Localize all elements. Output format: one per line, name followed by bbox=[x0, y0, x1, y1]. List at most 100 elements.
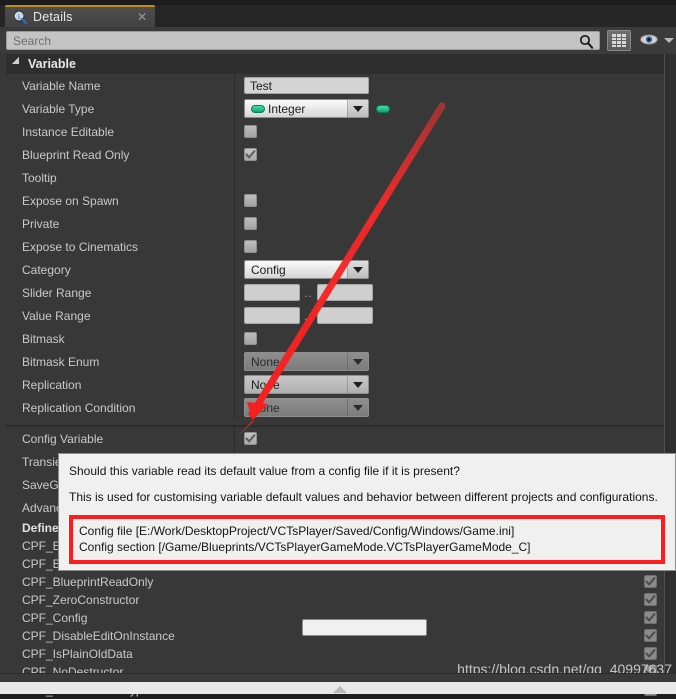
footer-dark-strip bbox=[0, 674, 676, 682]
checkbox[interactable] bbox=[244, 332, 257, 345]
column-splitter bbox=[234, 97, 235, 120]
chevron-down-icon bbox=[353, 381, 363, 388]
dropdown-arrow-box bbox=[347, 376, 368, 393]
property-control: Config bbox=[244, 258, 369, 281]
dropdown-arrow-box bbox=[347, 261, 368, 278]
scroll-up-triangle-icon[interactable] bbox=[333, 686, 347, 693]
tab-label: Details bbox=[33, 10, 73, 24]
property-control: .. bbox=[244, 304, 373, 327]
column-splitter bbox=[234, 212, 235, 235]
visibility-options-button[interactable] bbox=[639, 33, 674, 49]
flag-label: CPF_BlueprintReadOnly bbox=[22, 575, 154, 589]
search-input[interactable]: Search bbox=[6, 31, 600, 50]
flag-label: CPF_IsPlainOldData bbox=[22, 647, 133, 661]
checkbox[interactable] bbox=[244, 240, 257, 253]
tooltip-line-1: Should this variable read its default va… bbox=[69, 464, 460, 478]
column-splitter bbox=[234, 166, 235, 189]
flag-checkbox-wrap bbox=[644, 593, 657, 606]
property-control bbox=[244, 143, 257, 166]
column-splitter bbox=[234, 281, 235, 304]
grid-view-button[interactable] bbox=[607, 30, 631, 51]
dropdown[interactable]: None bbox=[244, 375, 369, 394]
property-control bbox=[244, 327, 257, 350]
tab-details[interactable]: i Details ✕ bbox=[5, 5, 155, 27]
property-control bbox=[244, 120, 257, 143]
variable-type-dropdown[interactable]: Integer bbox=[244, 99, 369, 118]
dropdown-value: None bbox=[251, 377, 280, 392]
property-control bbox=[244, 212, 257, 235]
checkbox[interactable] bbox=[244, 217, 257, 230]
property-label: Replication Condition bbox=[22, 400, 136, 415]
property-label: Variable Type bbox=[22, 101, 95, 116]
svg-text:i: i bbox=[18, 13, 20, 21]
tooltip-config-section: Config section [/Game/Blueprints/VCTsPla… bbox=[79, 539, 531, 554]
property-row: Category Config bbox=[6, 258, 664, 281]
property-row: Blueprint Read Only bbox=[6, 143, 664, 166]
column-splitter bbox=[234, 327, 235, 350]
section-header-variable[interactable]: Variable bbox=[6, 54, 664, 74]
property-control: Integer bbox=[244, 97, 390, 120]
details-info-icon: i bbox=[13, 10, 27, 24]
dropdown[interactable]: None bbox=[244, 398, 369, 417]
chevron-down-icon bbox=[664, 38, 674, 43]
property-row: Tooltip bbox=[6, 166, 664, 636]
property-control: None bbox=[244, 396, 369, 419]
property-row: Expose on Spawn bbox=[6, 189, 664, 212]
dropdown[interactable]: None bbox=[244, 352, 369, 371]
range-max-field[interactable] bbox=[316, 284, 373, 301]
property-row: Variable Name Test bbox=[6, 74, 664, 97]
search-toolbar: Search bbox=[0, 27, 676, 54]
chevron-down-icon bbox=[353, 358, 363, 365]
visibility-eye-icon bbox=[639, 33, 659, 49]
range-min-field[interactable] bbox=[244, 284, 300, 301]
dropdown[interactable]: Config bbox=[244, 260, 369, 279]
close-icon[interactable]: ✕ bbox=[137, 11, 147, 23]
column-splitter bbox=[234, 74, 235, 97]
text-field[interactable]: Test bbox=[244, 77, 369, 94]
column-splitter bbox=[234, 143, 235, 166]
flag-checkbox-wrap bbox=[644, 575, 657, 588]
container-type-pill-icon[interactable] bbox=[376, 104, 390, 113]
checkbox[interactable] bbox=[244, 148, 257, 161]
flag-checkbox-wrap bbox=[644, 611, 657, 624]
flags-header-label: Defined bbox=[22, 521, 67, 535]
checkbox[interactable] bbox=[244, 432, 257, 445]
property-row: Replication None bbox=[6, 373, 664, 396]
dropdown-value: Config bbox=[251, 262, 286, 277]
chevron-down-icon bbox=[353, 105, 363, 112]
property-row: Expose to Cinematics bbox=[6, 235, 664, 258]
chevron-down-icon bbox=[353, 404, 363, 411]
range-separator: .. bbox=[304, 285, 313, 300]
flag-row: CPF_Config bbox=[6, 609, 664, 627]
checkbox[interactable] bbox=[244, 194, 257, 207]
flag-checkbox bbox=[644, 575, 657, 588]
flag-row: CPF_ZeroConstructor bbox=[6, 591, 664, 609]
footer-scroll-strip bbox=[0, 682, 676, 694]
property-label: Private bbox=[22, 216, 60, 231]
property-label: Instance Editable bbox=[22, 124, 115, 139]
tooltip-config-file: Config file [E:/Work/DesktopProject/VCTs… bbox=[79, 523, 515, 538]
range-min-field[interactable] bbox=[244, 307, 300, 324]
checkbox[interactable] bbox=[244, 125, 257, 138]
dropdown-arrow-box bbox=[347, 399, 368, 416]
property-control bbox=[244, 427, 257, 450]
flag-checkbox bbox=[644, 629, 657, 642]
flag-checkbox bbox=[644, 611, 657, 624]
property-control: None bbox=[244, 373, 369, 396]
tooltip-highlight-box: Config file [E:/Work/DesktopProject/VCTs… bbox=[69, 514, 665, 565]
type-color-pill-icon bbox=[251, 104, 265, 113]
property-row: Private bbox=[6, 212, 664, 235]
property-control bbox=[244, 189, 257, 212]
property-row: Instance Editable bbox=[6, 120, 664, 143]
flag-label: CPF_Config bbox=[22, 611, 88, 625]
dropdown-arrow-box bbox=[347, 100, 368, 117]
search-placeholder: Search bbox=[13, 33, 52, 48]
column-splitter bbox=[234, 427, 235, 450]
flag-row: CPF_DisableEditOnInstance bbox=[6, 627, 664, 645]
details-panel: i Details ✕ Search Variable Variable Nam… bbox=[0, 0, 676, 697]
column-splitter bbox=[234, 189, 235, 212]
column-splitter bbox=[234, 258, 235, 281]
flag-checkbox-wrap bbox=[644, 647, 657, 660]
property-label: Tooltip bbox=[22, 170, 57, 185]
range-max-field[interactable] bbox=[316, 307, 373, 324]
